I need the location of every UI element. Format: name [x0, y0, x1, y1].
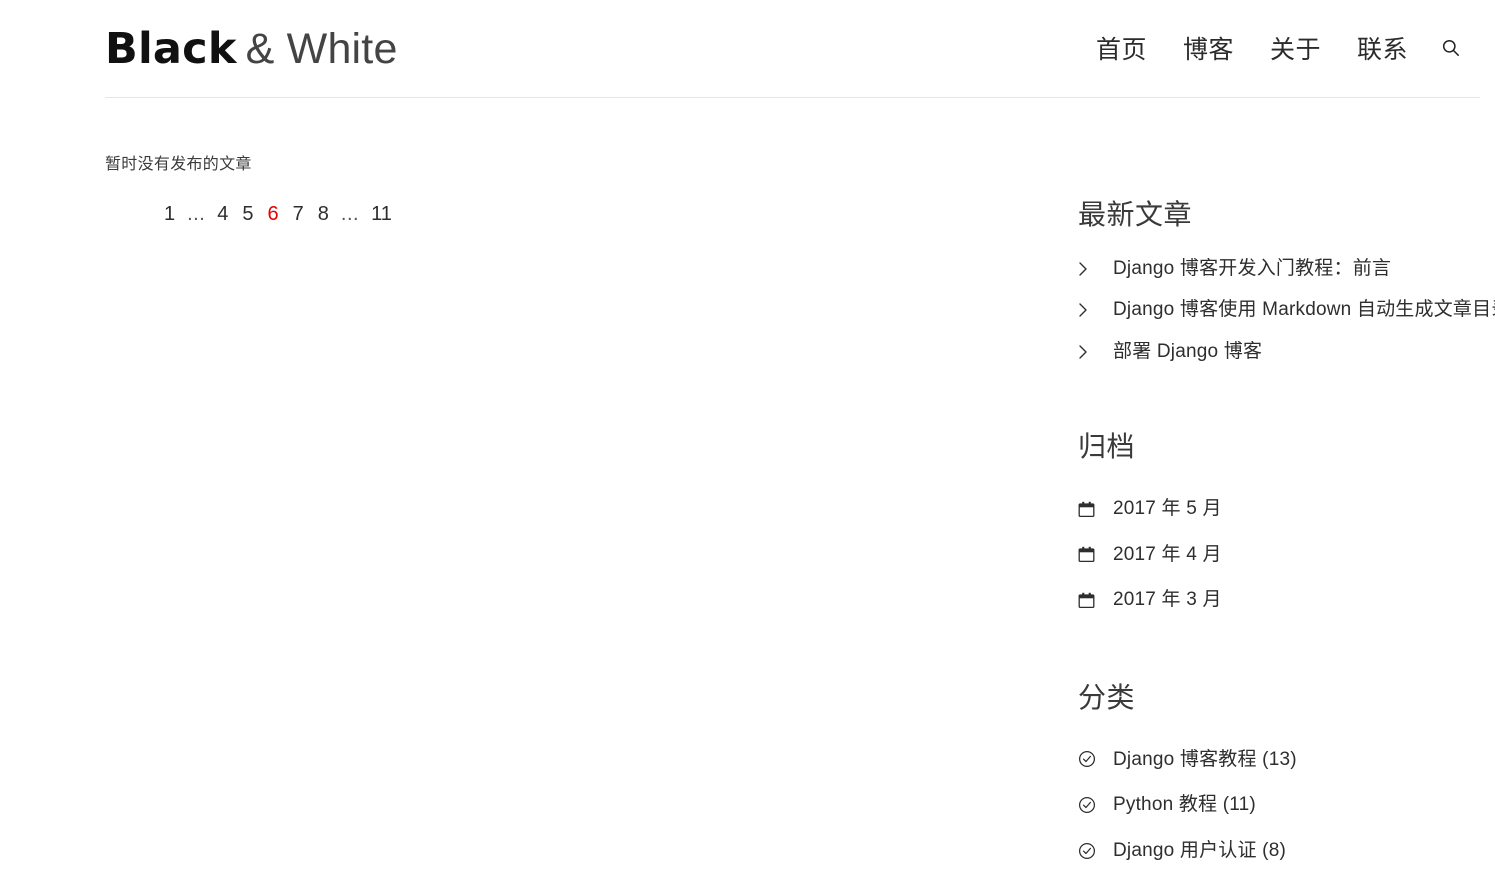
archive-link[interactable]: 2017 年 5 月 [1113, 495, 1222, 523]
circle-check-icon [1078, 794, 1104, 816]
archive-list: 2017 年 5 月 2017 年 4 月 2017 年 3 月 [1078, 486, 1495, 623]
pagination-page-11[interactable]: 11 [364, 204, 399, 224]
latest-post-link[interactable]: 部署 Django 博客 [1113, 338, 1262, 366]
archive-link[interactable]: 2017 年 4 月 [1113, 541, 1222, 569]
pagination-page-1[interactable]: 1 [157, 204, 182, 224]
list-item[interactable]: Python 教程 (11) [1078, 782, 1495, 828]
category-link[interactable]: Python 教程 (11) [1113, 791, 1256, 819]
widget-category: 分类 Django 博客教程 (13) Python 教程 (11) Djang… [1078, 679, 1495, 873]
calendar-icon [1078, 544, 1104, 566]
nav-item-home[interactable]: 首页 [1078, 26, 1165, 70]
site-logo-light: & White [245, 24, 398, 73]
list-item[interactable]: 2017 年 5 月 [1078, 486, 1495, 532]
calendar-icon [1078, 498, 1104, 520]
pagination-page-5[interactable]: 5 [235, 204, 260, 224]
nav-item-contact[interactable]: 联系 [1339, 26, 1426, 70]
pagination-gap-left: ... [187, 203, 206, 225]
widget-latest-posts-title: 最新文章 [1078, 199, 1193, 230]
sidebar: 最新文章 Django 博客开发入门教程：前言 Django 博客使用 Mark… [1078, 98, 1495, 873]
chevron-right-icon [1078, 341, 1104, 363]
list-item[interactable]: Django 用户认证 (8) [1078, 828, 1495, 874]
widget-category-title: 分类 [1078, 681, 1136, 713]
list-item[interactable]: 2017 年 3 月 [1078, 577, 1495, 623]
category-list: Django 博客教程 (13) Python 教程 (11) Django 用… [1078, 737, 1495, 874]
list-item[interactable]: Django 博客教程 (13) [1078, 737, 1495, 783]
widget-latest-posts: 最新文章 Django 博客开发入门教程：前言 Django 博客使用 Mark… [1078, 196, 1495, 372]
pagination-page-8[interactable]: 8 [311, 204, 336, 224]
chevron-right-icon [1078, 258, 1104, 280]
empty-posts-message: 暂时没有发布的文章 [105, 156, 252, 173]
widget-archive-title: 归档 [1078, 431, 1136, 463]
list-item[interactable]: 2017 年 4 月 [1078, 532, 1495, 578]
circle-check-icon [1078, 840, 1104, 862]
category-link[interactable]: Django 博客教程 (13) [1113, 746, 1297, 774]
site-logo[interactable]: Black & White [105, 23, 398, 74]
list-item[interactable]: Django 博客使用 Markdown 自动生成文章目录 [1078, 289, 1495, 331]
circle-check-icon [1078, 748, 1104, 770]
list-item[interactable]: 部署 Django 博客 [1078, 331, 1495, 373]
category-link[interactable]: Django 用户认证 (8) [1113, 837, 1286, 865]
site-logo-strong: Black [105, 23, 237, 74]
archive-link[interactable]: 2017 年 3 月 [1113, 586, 1222, 614]
nav-item-blog[interactable]: 博客 [1165, 26, 1252, 70]
list-item[interactable]: Django 博客开发入门教程：前言 [1078, 248, 1495, 290]
search-icon[interactable] [1434, 31, 1468, 65]
pagination-page-current: 6 [267, 203, 279, 225]
page-body: 暂时没有发布的文章 1 ... 4 5 6 7 8 ... 11 最新文章 Dj… [0, 98, 1495, 885]
latest-post-link[interactable]: Django 博客使用 Markdown 自动生成文章目录 [1113, 296, 1495, 324]
pagination-gap-right: ... [340, 203, 360, 225]
pagination-page-4[interactable]: 4 [210, 204, 235, 224]
calendar-icon [1078, 589, 1104, 611]
chevron-right-icon [1078, 299, 1104, 321]
latest-posts-list: Django 博客开发入门教程：前言 Django 博客使用 Markdown … [1078, 248, 1495, 373]
main-navigation: 首页 博客 关于 联系 [1078, 26, 1468, 72]
pagination-page-7[interactable]: 7 [286, 204, 311, 224]
widget-archive: 归档 2017 年 5 月 2017 年 4 月 2017 年 3 月 [1078, 428, 1495, 622]
nav-item-about[interactable]: 关于 [1252, 26, 1339, 70]
site-header: Black & White 首页 博客 关于 联系 [0, 0, 1495, 98]
main-content: 暂时没有发布的文章 1 ... 4 5 6 7 8 ... 11 [105, 98, 965, 226]
pagination: 1 ... 4 5 6 7 8 ... 11 [105, 203, 965, 226]
latest-post-link[interactable]: Django 博客开发入门教程：前言 [1113, 255, 1391, 283]
